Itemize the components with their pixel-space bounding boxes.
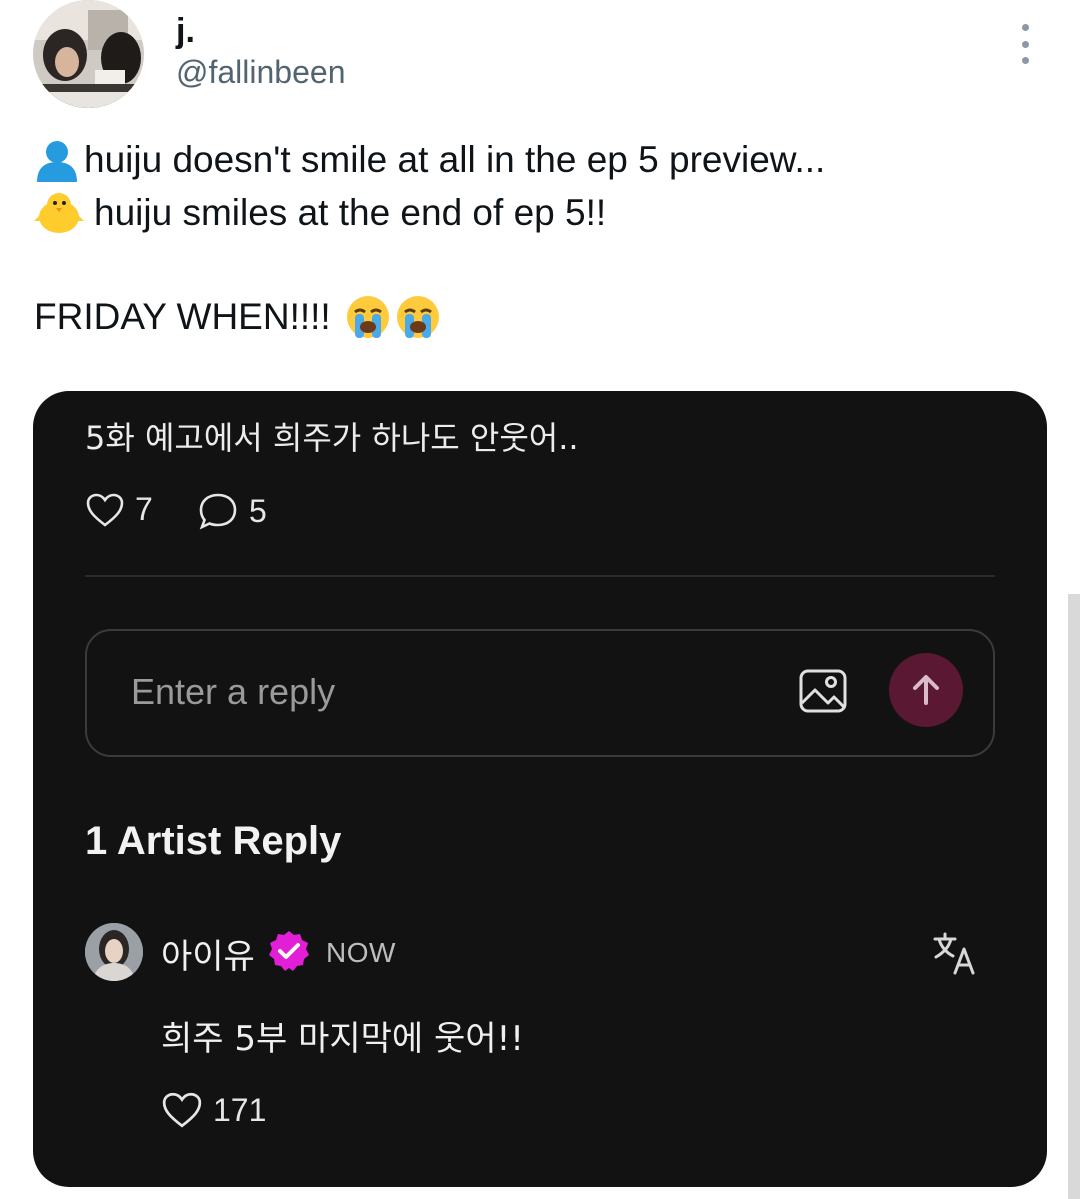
embedded-screenshot-card[interactable]: 5화 예고에서 희주가 하나도 안웃어.. 7 5 Enter a reply …: [33, 391, 1047, 1187]
verified-badge-icon: [269, 931, 309, 971]
tweet-screenshot: j. @fallinbeen huiju doesn't smile at al…: [0, 0, 1080, 1199]
comment-bubble-icon: [199, 493, 237, 530]
loudly-crying-face-emoji-icon: [396, 296, 439, 338]
tweet-text-line: huiju smiles at the end of ep 5!!: [34, 191, 606, 235]
reply-input[interactable]: [129, 669, 733, 715]
more-dot-icon: [1021, 40, 1029, 48]
arrow-up-icon: [913, 675, 939, 705]
reply-like-count: 171: [213, 1091, 267, 1128]
author-handle[interactable]: @fallinbeen: [176, 54, 345, 91]
tweet-line-text: FRIDAY WHEN!!!!: [34, 296, 331, 337]
translate-button[interactable]: [931, 929, 979, 977]
post-text: 5화 예고에서 희주가 하나도 안웃어..: [85, 419, 579, 457]
reply-timestamp: NOW: [326, 937, 396, 968]
heart-icon: [86, 493, 124, 527]
tweet-text-line: huiju doesn't smile at all in the ep 5 p…: [34, 138, 825, 182]
artist-reply-heading: 1 Artist Reply: [85, 819, 342, 863]
more-dot-icon: [1021, 57, 1029, 64]
loudly-crying-face-emoji-icon: [346, 296, 389, 338]
artist-avatar[interactable]: [85, 923, 143, 981]
like-count: 7: [135, 491, 153, 527]
author-avatar[interactable]: [33, 0, 144, 108]
reply-composer: [85, 629, 995, 757]
more-options-button[interactable]: [1010, 24, 1040, 64]
tweet-text-line: FRIDAY WHEN!!!!: [34, 294, 441, 340]
divider: [85, 575, 995, 577]
attach-image-button[interactable]: [797, 665, 849, 717]
tweet-line-text: huiju doesn't smile at all in the ep 5 p…: [84, 139, 826, 180]
reply-like-button[interactable]: 171: [161, 1091, 266, 1129]
like-button[interactable]: 7: [85, 491, 153, 528]
more-dot-icon: [1021, 24, 1029, 31]
image-icon: [799, 669, 847, 713]
tweet-line-text: huiju smiles at the end of ep 5!!: [94, 192, 607, 233]
baby-chick-emoji-icon: [34, 193, 84, 233]
artist-reply-text: 희주 5부 마지막에 웃어!!: [161, 1019, 524, 1059]
bust-in-silhouette-emoji-icon: [37, 141, 77, 182]
artist-name[interactable]: 아이유: [161, 929, 255, 978]
translate-icon: [933, 932, 975, 975]
comment-button[interactable]: 5: [197, 491, 267, 531]
scrollbar[interactable]: [1068, 594, 1080, 1199]
author-display-name[interactable]: j.: [176, 12, 195, 51]
send-reply-button[interactable]: [889, 653, 963, 727]
heart-icon: [162, 1092, 202, 1128]
comment-count: 5: [249, 492, 267, 529]
